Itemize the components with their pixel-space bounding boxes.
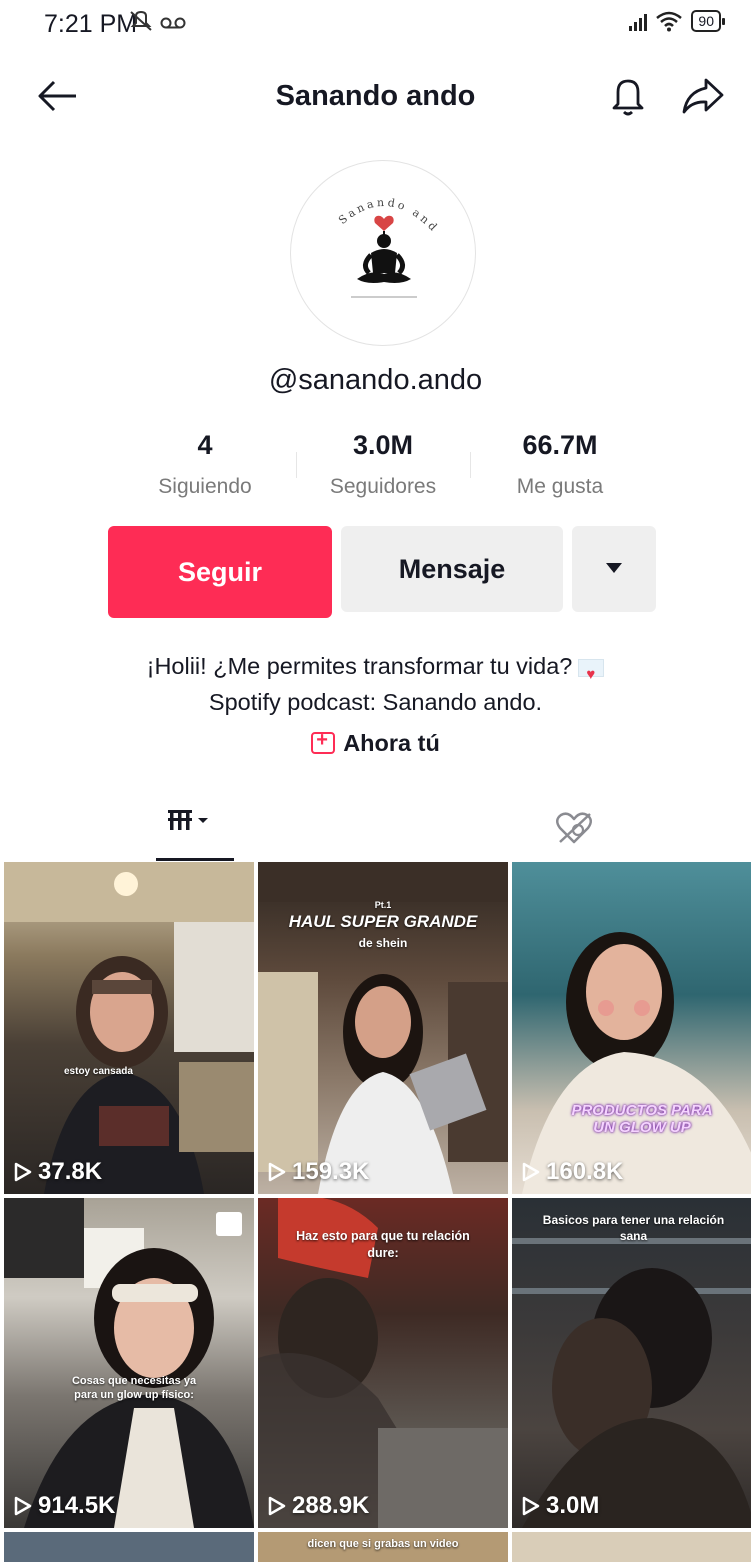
stat-following[interactable]: 4 Siguiendo: [125, 430, 285, 499]
video-thumbnail[interactable]: Basicos para tener una relación sana 3.0…: [512, 1198, 751, 1528]
video-caption: Basicos para tener una relación sana: [542, 1213, 725, 1243]
stat-likes[interactable]: 66.7M Me gusta: [480, 430, 640, 499]
video-caption: Haz esto para que tu relación dure:: [296, 1229, 470, 1260]
video-grid: estoy cansada 37.8K Pt.1 HAUL SUPER GRAN…: [4, 862, 751, 1562]
view-count: 914.5K: [14, 1492, 115, 1520]
video-caption: PRODUCTOS PARA UN GLOW UP: [571, 1102, 713, 1136]
play-icon: [268, 1496, 286, 1516]
photo-icon: [216, 1212, 242, 1236]
profile-header: Sanando ando: [0, 62, 751, 132]
video-preview: [522, 932, 751, 1194]
play-icon: [522, 1162, 540, 1182]
view-count-value: 37.8K: [38, 1158, 103, 1185]
caret-down-icon: [606, 562, 622, 573]
stat-value: 4: [197, 430, 213, 460]
divider: [470, 452, 471, 478]
battery-icon: 90: [691, 10, 725, 32]
video-thumbnail[interactable]: [4, 1532, 254, 1562]
play-icon: [14, 1162, 32, 1182]
stat-label: Me gusta: [516, 475, 604, 498]
add-box-icon: [311, 729, 336, 754]
bell-icon[interactable]: [606, 74, 650, 118]
profile-bio: ¡Holii! ¿Me permites transformar tu vida…: [0, 648, 751, 720]
svg-text:Sanando ando: Sanando ando: [291, 161, 442, 236]
stat-value: 66.7M: [522, 430, 598, 460]
tab-videos[interactable]: [154, 800, 234, 862]
bio-link-label: Ahora tú: [343, 730, 440, 756]
bio-text: ¡Holii! ¿Me permites transformar tu vida…: [146, 653, 573, 679]
video-preview: [512, 1238, 751, 1528]
more-options-button[interactable]: [572, 526, 656, 612]
play-icon: [14, 1496, 32, 1516]
play-icon: [522, 1496, 540, 1516]
view-count: 288.9K: [268, 1492, 369, 1520]
video-thumbnail[interactable]: Haz esto para que tu relación dure: 288.…: [258, 1198, 508, 1528]
grid-icon: [168, 810, 208, 830]
view-count: 160.8K: [522, 1158, 623, 1186]
bio-link[interactable]: Ahora tú: [0, 729, 751, 757]
view-count-value: 159.3K: [292, 1158, 370, 1185]
video-caption: HAUL SUPER GRANDE: [288, 912, 478, 931]
view-count-value: 160.8K: [546, 1158, 624, 1185]
divider: [296, 452, 297, 478]
view-count-value: 914.5K: [38, 1492, 116, 1519]
message-button[interactable]: Mensaje: [341, 526, 563, 612]
video-caption-top: Pt.1: [374, 900, 392, 910]
video-thumbnail[interactable]: [512, 1532, 751, 1562]
video-thumbnail[interactable]: dicen que si grabas un video: [258, 1532, 508, 1562]
mute-icon: [130, 10, 152, 31]
bio-line-1: ¡Holii! ¿Me permites transformar tu vida…: [0, 648, 751, 693]
status-right: 90: [629, 10, 725, 32]
play-icon: [268, 1162, 286, 1182]
hidden-liked-icon[interactable]: [552, 806, 596, 850]
video-thumbnail[interactable]: Pt.1 HAUL SUPER GRANDE de shein 159.3K: [258, 862, 508, 1194]
avatar[interactable]: Sanando ando: [290, 160, 476, 346]
share-icon[interactable]: [680, 74, 726, 118]
view-count: 159.3K: [268, 1158, 369, 1186]
video-caption-sub: de shein: [358, 936, 408, 950]
status-time: 7:21 PM: [44, 10, 138, 38]
stat-value: 3.0M: [352, 430, 414, 460]
video-caption: estoy cansada: [64, 1066, 133, 1077]
wifi-icon: [656, 11, 683, 32]
video-preview: [4, 1198, 254, 1528]
stat-label: Siguiendo: [158, 475, 252, 498]
content-tabs: [0, 800, 751, 862]
view-count: 3.0M: [522, 1492, 599, 1520]
video-preview: [4, 862, 254, 1194]
bio-line-2: Spotify podcast: Sanando ando.: [208, 689, 543, 715]
signal-icon: [629, 11, 648, 31]
stat-followers[interactable]: 3.0M Seguidores: [303, 430, 463, 499]
voicemail-icon: [160, 17, 186, 29]
notification-icons: [128, 10, 186, 36]
status-bar: 7:21 PM 90: [0, 0, 751, 44]
username: @sanando.ando: [268, 364, 483, 396]
video-caption: dicen que si grabas un video: [307, 1538, 459, 1550]
follow-button[interactable]: Seguir: [108, 526, 332, 618]
video-caption: Cosas que necesitas ya para un glow up f…: [71, 1375, 197, 1401]
love-letter-icon: [578, 657, 605, 693]
video-thumbnail[interactable]: PRODUCTOS PARA UN GLOW UP 160.8K: [512, 862, 751, 1194]
active-tab-indicator: [156, 858, 234, 861]
view-count-value: 288.9K: [292, 1492, 370, 1519]
view-count-value: 3.0M: [546, 1492, 600, 1519]
video-thumbnail[interactable]: Cosas que necesitas ya para un glow up f…: [4, 1198, 254, 1528]
profile-stats: 4 Siguiendo 3.0M Seguidores 66.7M Me gus…: [0, 430, 751, 510]
video-thumbnail[interactable]: estoy cansada 37.8K: [4, 862, 254, 1194]
meditation-logo: Sanando ando: [291, 161, 442, 298]
view-count: 37.8K: [14, 1158, 102, 1186]
stat-label: Seguidores: [329, 475, 437, 498]
